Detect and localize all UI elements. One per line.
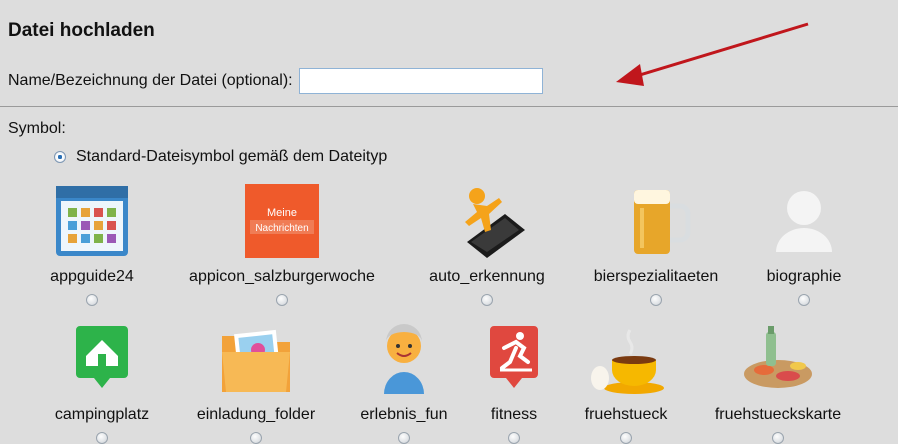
icon-radio[interactable] [772, 432, 784, 444]
running-person-icon [474, 322, 554, 398]
app-grid-icon [52, 184, 132, 260]
icon-radio[interactable] [250, 432, 262, 444]
icon-option-auto-erkennung[interactable]: auto_erkennung [407, 184, 567, 306]
file-name-input[interactable] [298, 68, 543, 94]
icon-radio[interactable] [650, 294, 662, 306]
icon-label: appguide24 [50, 268, 134, 285]
icon-label: fruehstueck [584, 406, 668, 423]
icon-option-einladung-folder[interactable]: einladung_folder [176, 322, 336, 444]
icon-radio[interactable] [276, 294, 288, 306]
icon-radio[interactable] [798, 294, 810, 306]
smiley-avatar-icon [364, 322, 444, 398]
icon-label: campingplatz [54, 406, 150, 423]
divider [0, 106, 898, 107]
icon-option-biographie[interactable]: biographie [724, 184, 884, 306]
folder-photo-icon [216, 322, 296, 398]
icon-option-appguide24[interactable]: appguide24 [12, 184, 172, 306]
news-tile-icon: Meine Nachrichten [242, 184, 322, 260]
icon-label: bierspezialitaeten [593, 268, 719, 285]
icon-radio[interactable] [398, 432, 410, 444]
person-silhouette-icon [764, 184, 844, 260]
standard-symbol-option[interactable]: Standard-Dateisymbol gemäß dem Dateityp [54, 148, 387, 166]
standard-symbol-label: Standard-Dateisymbol gemäß dem Dateityp [76, 148, 388, 165]
breakfast-plate-icon [738, 322, 818, 398]
symbol-label: Symbol: [8, 120, 66, 137]
icon-radio[interactable] [96, 432, 108, 444]
icon-radio[interactable] [481, 294, 493, 306]
standard-symbol-radio[interactable] [54, 151, 66, 163]
icon-option-fruehstueckskarte[interactable]: fruehstueckskarte [698, 322, 858, 444]
icon-option-fruehstueck[interactable]: fruehstueck [546, 322, 706, 444]
red-arrow-icon [616, 22, 809, 86]
camper-van-icon [62, 322, 142, 398]
icon-option-appicon-salzburgerwoche[interactable]: Meine Nachrichten appicon_salzburgerwoch… [189, 184, 375, 306]
upload-panel: Datei hochladen Name/Bezeichnung der Dat… [0, 0, 898, 444]
icon-option-campingplatz[interactable]: campingplatz [22, 322, 182, 444]
icon-radio[interactable] [620, 432, 632, 444]
icon-radio[interactable] [508, 432, 520, 444]
file-name-row: Name/Bezeichnung der Datei (optional): [8, 68, 543, 94]
icon-radio[interactable] [86, 294, 98, 306]
file-name-label: Name/Bezeichnung der Datei (optional): [8, 72, 293, 89]
page-title: Datei hochladen [8, 20, 155, 41]
news-tile-line1: Meine [267, 207, 297, 219]
news-tile-line2: Nachrichten [255, 223, 308, 234]
icon-label: biographie [766, 268, 842, 285]
beer-mug-icon [616, 184, 696, 260]
icon-label: fruehstueckskarte [714, 406, 842, 423]
icon-label: appicon_salzburgerwoche [189, 268, 375, 285]
person-on-phone-icon [447, 184, 527, 260]
icon-label: auto_erkennung [429, 268, 545, 285]
icon-label: fitness [490, 406, 538, 423]
icon-option-bierspezialitaeten[interactable]: bierspezialitaeten [576, 184, 736, 306]
icon-label: einladung_folder [196, 406, 316, 423]
coffee-cup-egg-icon [586, 322, 666, 398]
